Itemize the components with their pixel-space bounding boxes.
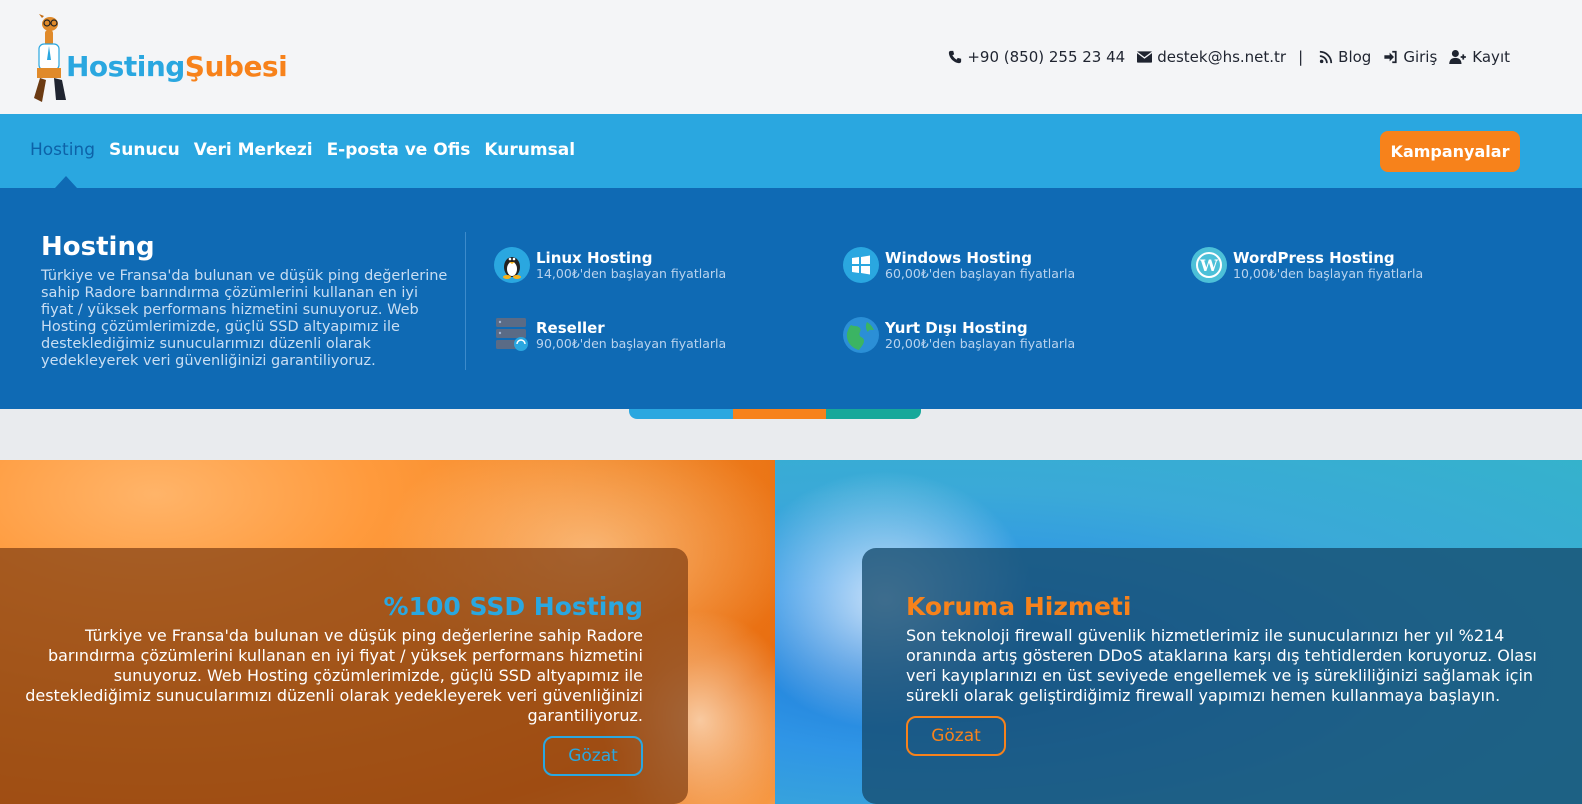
- slider-indicator-blue[interactable]: [629, 409, 733, 419]
- promo-protection-title: Koruma Hizmeti: [906, 592, 1132, 621]
- user-plus-icon: [1449, 50, 1467, 64]
- blog-label: Blog: [1338, 48, 1372, 66]
- nav-item-kurumsal[interactable]: Kurumsal: [484, 140, 575, 160]
- menu-item-reseller[interactable]: Reseller 90,00₺'den başlayan fiyatlarla: [494, 317, 726, 353]
- login-link[interactable]: Giriş: [1383, 48, 1437, 66]
- windows-icon: [843, 247, 879, 283]
- nav-item-hosting[interactable]: Hosting: [30, 140, 95, 160]
- menu-item-yurt-disi-hosting[interactable]: Yurt Dışı Hosting 20,00₺'den başlayan fi…: [843, 317, 1075, 353]
- menu-item-price: 10,00₺'den başlayan fiyatlarla: [1233, 265, 1424, 281]
- menu-item-windows-hosting[interactable]: Windows Hosting 60,00₺'den başlayan fiya…: [843, 247, 1075, 283]
- globe-icon: [843, 317, 879, 353]
- nav-item-sunucu[interactable]: Sunucu: [109, 140, 180, 160]
- logo-wordmark: HostingŞubesi: [66, 49, 288, 83]
- menu-item-wordpress-hosting[interactable]: W WordPress Hosting 10,00₺'den başlayan …: [1191, 247, 1423, 283]
- promo-protection-text: Son teknoloji firewall güvenlik hizmetle…: [906, 626, 1537, 705]
- rss-icon: [1319, 50, 1333, 64]
- menu-item-name: Linux Hosting: [536, 248, 653, 267]
- phone-number: +90 (850) 255 23 44: [967, 48, 1126, 66]
- register-link[interactable]: Kayıt: [1449, 48, 1510, 66]
- slider-indicator-orange[interactable]: [733, 409, 826, 419]
- register-label: Kayıt: [1472, 48, 1510, 66]
- menu-item-name: Reseller: [536, 318, 605, 337]
- email-address: destek@hs.net.tr: [1157, 48, 1287, 66]
- server-icon: [494, 317, 530, 353]
- login-label: Giriş: [1403, 48, 1438, 66]
- promo-ssd-text: Türkiye ve Fransa'da bulunan ve düşük pi…: [25, 626, 643, 725]
- phone-link[interactable]: +90 (850) 255 23 44: [948, 48, 1125, 66]
- active-nav-caret: [55, 176, 77, 188]
- menu-item-price: 90,00₺'den başlayan fiyatlarla: [536, 335, 727, 351]
- mega-menu-description: Türkiye ve Fransa'da bulunan ve düşük pi…: [41, 268, 448, 369]
- top-header: HostingŞubesi +90 (850) 255 23 44 destek…: [0, 0, 1582, 114]
- nav-item-veri-merkezi[interactable]: Veri Merkezi: [194, 140, 313, 160]
- camel-mascot-icon: [28, 14, 68, 102]
- menu-item-name: Yurt Dışı Hosting: [885, 318, 1028, 337]
- mega-menu-title: Hosting: [41, 232, 155, 262]
- mega-menu-divider: [465, 232, 466, 370]
- envelope-icon: [1137, 51, 1153, 63]
- main-navigation: Hosting Sunucu Veri Merkezi E-posta ve O…: [0, 114, 1582, 188]
- hosting-mega-menu: Hosting Türkiye ve Fransa'da bulunan ve …: [0, 188, 1582, 409]
- menu-item-price: 14,00₺'den başlayan fiyatlarla: [536, 265, 727, 281]
- promo-protection-browse-button[interactable]: Gözat: [906, 716, 1006, 756]
- menu-item-name: Windows Hosting: [885, 248, 1032, 267]
- menu-item-price: 60,00₺'den başlayan fiyatlarla: [885, 265, 1076, 281]
- phone-icon: [949, 50, 962, 64]
- contact-separator: |: [1298, 48, 1304, 66]
- site-logo[interactable]: HostingŞubesi: [28, 12, 288, 104]
- menu-item-linux-hosting[interactable]: Linux Hosting 14,00₺'den başlayan fiyatl…: [494, 247, 726, 283]
- menu-item-name: WordPress Hosting: [1233, 248, 1395, 267]
- contact-bar: +90 (850) 255 23 44 destek@hs.net.tr | B…: [936, 48, 1510, 66]
- nav-item-eposta-ofis[interactable]: E-posta ve Ofis: [327, 140, 471, 160]
- svg-text:W: W: [1199, 256, 1219, 275]
- promo-ssd-browse-button[interactable]: Gözat: [543, 736, 643, 776]
- menu-item-price: 20,00₺'den başlayan fiyatlarla: [885, 335, 1076, 351]
- blog-link[interactable]: Blog: [1319, 48, 1371, 66]
- wordpress-icon: W: [1191, 247, 1227, 283]
- email-link[interactable]: destek@hs.net.tr: [1137, 48, 1286, 66]
- sign-in-icon: [1384, 50, 1397, 64]
- campaigns-button[interactable]: Kampanyalar: [1380, 131, 1520, 172]
- linux-icon: [494, 247, 530, 283]
- slider-indicator-teal[interactable]: [826, 409, 921, 419]
- promo-ssd-title: %100 SSD Hosting: [383, 592, 643, 621]
